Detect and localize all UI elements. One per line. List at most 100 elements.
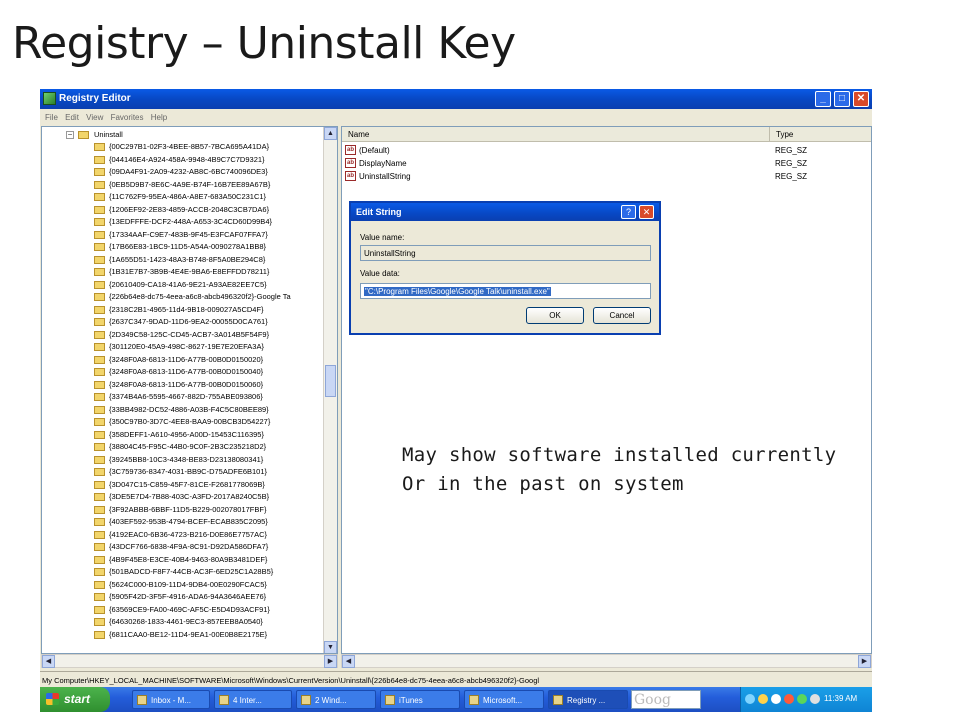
tree-node-label: {20610409-CA18-41A6-9E21-A93AE82EE7C5} (109, 279, 267, 289)
menu-view[interactable]: View (86, 113, 103, 122)
scroll-thumb[interactable] (325, 365, 336, 397)
system-tray: 11:39 AM (740, 687, 872, 712)
taskbar-item-microsoft[interactable]: Microsoft... (464, 690, 544, 709)
task-label: 4 Inter... (233, 696, 262, 705)
tree-node-label: {403EF592-953B-4794-BCEF-ECAB835C2095} (109, 517, 268, 526)
windows-flag-icon (46, 693, 59, 705)
folder-icon (94, 368, 105, 376)
folder-icon (94, 293, 105, 301)
tree-node-label: {226b64e8-dc75-4eea-a6c8-abcb496320f2}-G… (109, 292, 291, 301)
tree-node-label: {2318C2B1-4965-11d4-9B18-009027A5CD4F} (109, 304, 264, 314)
folder-icon (94, 630, 105, 639)
value-row[interactable]: ab UninstallString REG_SZ (342, 170, 871, 183)
folder-icon (94, 180, 105, 189)
value-name-label: Value name: (360, 233, 405, 242)
tree-node-label: {3D047C15-C859-45F7-81CE-F2681778069B} (109, 479, 265, 489)
scroll-right-button[interactable]: ▶ (324, 655, 337, 668)
scroll-down-button[interactable]: ▼ (324, 641, 337, 653)
menu-edit[interactable]: Edit (65, 113, 79, 122)
slide-title: Registry – Uninstall Key (12, 18, 516, 69)
folder-icon (94, 618, 105, 626)
scroll-up-button[interactable]: ▲ (324, 127, 337, 140)
menu-help[interactable]: Help (151, 113, 167, 122)
tree-node-label: {1B31E7B7-3B9B-4E4E-9BA6-E8EFFDD78211} (109, 267, 270, 276)
internet-explorer-icon (219, 695, 229, 705)
folder-icon (94, 280, 105, 289)
tree-node-label: {0EB5D9B7-8E6C-4A9E-B74F-16B7EE89A67B} (109, 179, 271, 189)
tree-node-label: {4192EAC0-6B36-4723-B216-D0E86E7757AC} (109, 529, 268, 539)
task-label: Inbox - M... (151, 696, 192, 705)
tree-node-label: {1A655D51-1423-48A3-B748-8F5A0BE294C8} (109, 254, 266, 264)
value-name-field: UninstallString (360, 245, 651, 261)
column-header-type[interactable]: Type (770, 127, 871, 142)
tree-node-label: {2637C347-9DAD-11D6-9EA2-00055D0CA761} (109, 317, 268, 326)
folder-icon (94, 480, 105, 489)
tree-node-label: {3C759736-8347-4031-BB9C-D75ADFE6B101} (109, 467, 268, 476)
value-row[interactable]: ab DisplayName REG_SZ (342, 157, 871, 170)
slide-note-line-2: Or in the past on system (402, 473, 684, 495)
taskbar-item-windows[interactable]: 2 Wind... (296, 690, 376, 709)
network-icon (745, 694, 755, 704)
folder-icon (94, 305, 105, 314)
folder-icon (94, 330, 105, 339)
folder-icon (94, 605, 105, 614)
folder-icon (94, 255, 105, 264)
taskbar-item-inbox[interactable]: Inbox - M... (132, 690, 210, 709)
tree-horizontal-scrollbar[interactable]: ◀ ▶ (41, 654, 338, 668)
menu-file[interactable]: File (45, 113, 58, 122)
maximize-button[interactable]: □ (834, 91, 850, 107)
ok-button[interactable]: OK (526, 307, 584, 324)
tree-node-label: {350C97B0-3D7C-4EE8-BAA9-00BCB3D54227} (109, 417, 271, 426)
minimize-button[interactable]: _ (815, 91, 831, 107)
folder-icon (94, 468, 105, 476)
scroll-right-button[interactable]: ▶ (858, 655, 871, 668)
value-type: REG_SZ (775, 159, 808, 168)
tree-node-label: {501BADCD-F8F7-44CB-AC3F-6ED25C1A28B5} (109, 567, 274, 576)
cancel-button[interactable]: Cancel (593, 307, 651, 324)
clock: 11:39 AM (824, 694, 858, 703)
task-label: 2 Wind... (315, 696, 347, 705)
folder-icon (94, 543, 105, 551)
value-data-text: "C:\Program Files\Google\Google Talk\uni… (364, 287, 551, 296)
taskbar-item-internet[interactable]: 4 Inter... (214, 690, 292, 709)
folder-icon (94, 505, 105, 514)
start-button[interactable]: start (40, 687, 110, 712)
tree-node-label: {5905F42D-3F5F-4916-ADA6-94A3646AEE76} (109, 592, 267, 601)
close-button[interactable]: ✕ (853, 91, 869, 107)
outlook-icon (137, 695, 147, 705)
folder-icon (94, 455, 105, 464)
tree-vertical-scrollbar[interactable]: ▲ ▼ (323, 127, 337, 653)
tree-node-label: {11C762F9-95EA-486A-A8E7-683A50C231C1} (109, 192, 267, 201)
key-tree-pane[interactable]: − Uninstall {00C297B1-02F3-4BEE-8B57-7BCA6… (41, 126, 338, 654)
dialog-help-button[interactable]: ? (621, 205, 636, 219)
taskbar-item-registry[interactable]: Registry ... (548, 690, 628, 709)
collapse-toggle[interactable]: − (66, 131, 74, 139)
scroll-left-button[interactable]: ◀ (42, 655, 55, 668)
registry-editor-icon (553, 695, 563, 705)
column-header-name[interactable]: Name (342, 127, 770, 142)
value-row[interactable]: ab (Default) REG_SZ (342, 144, 871, 157)
menu-favorites[interactable]: Favorites (111, 113, 144, 122)
tree-node-label: {43DCF766-6838-4F9A-8C91-D92DA586DFA7} (109, 542, 269, 551)
folder-icon (94, 155, 105, 164)
scroll-left-button[interactable]: ◀ (342, 655, 355, 668)
dialog-close-button[interactable]: ✕ (639, 205, 654, 219)
tree-node-label: {3374B4A6-5595-4667-882D-755ABE093806} (109, 392, 263, 401)
tree-node-label: {3DE5E7D4-7B88-403C-A3FD-2017A8240C5B} (109, 492, 270, 501)
values-horizontal-scrollbar[interactable]: ◀ ▶ (341, 654, 872, 668)
tree-node-label: {63569CE9-FA00-469C-AF5C-E5D4D93ACF91} (109, 604, 270, 614)
taskbar-item-itunes[interactable]: iTunes (380, 690, 460, 709)
tree-node-label: {5624C000-B109-11D4-9DB4-00E0290FCAC5} (109, 579, 267, 589)
tree-node-label: {4B9F45E8-E3CE-40B4-9463-80A9B3481DEF} (109, 554, 268, 564)
dialog-title: Edit String (351, 203, 659, 221)
title-bar: Registry Editor _ □ ✕ (40, 89, 872, 109)
messenger-icon (771, 694, 781, 704)
tree-node-label: Uninstall (94, 130, 123, 139)
powerpoint-icon (469, 695, 479, 705)
task-label: Registry ... (567, 696, 606, 705)
folder-icon (94, 380, 105, 389)
folder-icon (94, 355, 105, 364)
value-data-field[interactable]: "C:\Program Files\Google\Google Talk\uni… (360, 283, 651, 299)
value-name: UninstallString (359, 172, 411, 181)
google-search-box[interactable]: Goog (631, 690, 701, 709)
